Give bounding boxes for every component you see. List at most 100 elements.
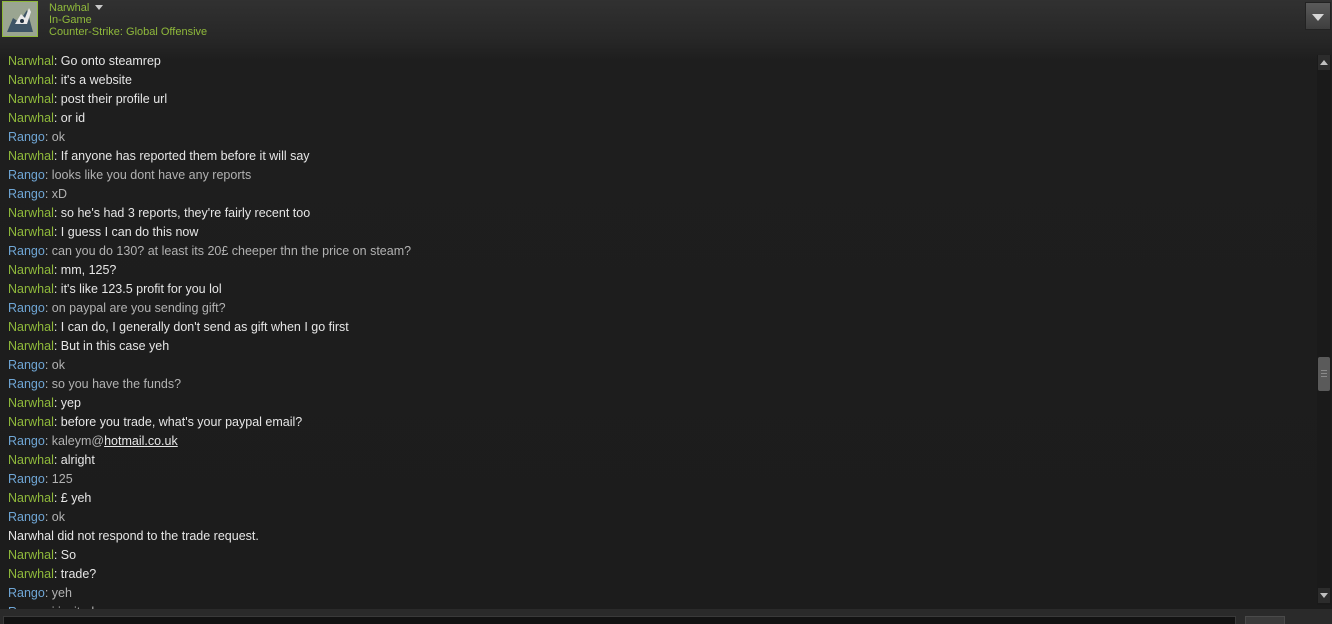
- chat-message: Narwhal: But in this case yeh: [8, 337, 169, 356]
- message-text: : on paypal are you sending gift?: [44, 301, 226, 315]
- chat-message: Narwhal: before you trade, what's your p…: [8, 413, 302, 432]
- chat-message: Rango: so you have the funds?: [8, 375, 181, 394]
- message-text: : If anyone has reported them before it …: [53, 149, 310, 163]
- system-message: Narwhal did not respond to the trade req…: [8, 527, 259, 546]
- message-speaker[interactable]: Narwhal: [8, 282, 54, 296]
- chat-message: Narwhal: so he's had 3 reports, they're …: [8, 204, 310, 223]
- message-speaker[interactable]: Narwhal: [8, 339, 54, 353]
- message-speaker[interactable]: Narwhal: [8, 149, 54, 163]
- message-text: Narwhal did not respond to the trade req…: [8, 529, 259, 543]
- chat-message: Rango: xD: [8, 185, 67, 204]
- friend-status: In-Game: [49, 14, 92, 26]
- grip-line: [1321, 373, 1327, 374]
- chat-message: Narwhal: If anyone has reported them bef…: [8, 147, 310, 166]
- message-link[interactable]: hotmail.co.uk: [104, 434, 178, 448]
- message-speaker[interactable]: Narwhal: [8, 111, 54, 125]
- message-text: : xD: [44, 187, 68, 201]
- message-text: : I can do, I generally don't send as gi…: [53, 320, 349, 334]
- message-text: : so he's had 3 reports, they're fairly …: [53, 206, 311, 220]
- chat-message: Rango: kaleym@hotmail.co.uk: [8, 432, 178, 451]
- message-text: : ok: [44, 130, 65, 144]
- chat-message: Narwhal: or id: [8, 109, 85, 128]
- chevron-down-icon[interactable]: [95, 5, 103, 10]
- message-text: : kaleym@: [44, 434, 105, 448]
- chat-message: Narwhal: Go onto steamrep: [8, 52, 161, 71]
- chat-message: Narwhal: I can do, I generally don't sen…: [8, 318, 349, 337]
- chat-message: Narwhal: mm, 125?: [8, 261, 116, 280]
- message-text: : mm, 125?: [53, 263, 117, 277]
- chat-message: Rango: 125: [8, 470, 73, 489]
- message-text: : before you trade, what's your paypal e…: [53, 415, 303, 429]
- chat-message: Narwhal: it's like 123.5 profit for you …: [8, 280, 222, 299]
- chat-message: Narwhal: £ yeh: [8, 489, 91, 508]
- message-speaker[interactable]: Narwhal: [8, 54, 54, 68]
- chat-header: Narwhal In-Game Counter-Strike: Global O…: [0, 0, 1332, 42]
- message-text: : £ yeh: [53, 491, 92, 505]
- message-speaker[interactable]: Rango: [8, 510, 45, 524]
- message-speaker[interactable]: Rango: [8, 358, 45, 372]
- chat-message: Narwhal: it's a website: [8, 71, 132, 90]
- chat-window: Narwhal In-Game Counter-Strike: Global O…: [0, 0, 1332, 624]
- chat-message: Rango: yeh: [8, 584, 72, 603]
- chat-options-button[interactable]: [1305, 2, 1331, 30]
- scroll-down-button[interactable]: [1318, 588, 1330, 603]
- message-speaker[interactable]: Narwhal: [8, 567, 54, 581]
- arrow-up-icon: [1320, 60, 1328, 65]
- message-speaker[interactable]: Narwhal: [8, 92, 54, 106]
- chat-message: Rango: ok: [8, 128, 65, 147]
- chat-message: Rango: ok: [8, 508, 65, 527]
- scroll-up-button[interactable]: [1318, 55, 1330, 70]
- chat-message: Rango: ok: [8, 356, 65, 375]
- message-speaker[interactable]: Rango: [8, 472, 45, 486]
- chat-message: Narwhal: I guess I can do this now: [8, 223, 198, 242]
- chat-message: Narwhal: So: [8, 546, 76, 565]
- friend-game: Counter-Strike: Global Offensive: [49, 26, 208, 38]
- friend-name[interactable]: Narwhal: [49, 2, 89, 14]
- message-text: : post their profile url: [53, 92, 168, 106]
- message-text: : yeh: [44, 586, 72, 600]
- chat-message: Rango: looks like you dont have any repo…: [8, 166, 251, 185]
- scroll-thumb[interactable]: [1318, 357, 1330, 391]
- message-text: : trade?: [53, 567, 97, 581]
- message-speaker[interactable]: Narwhal: [8, 548, 54, 562]
- friend-avatar[interactable]: [2, 1, 38, 37]
- grip-line: [1321, 376, 1327, 377]
- message-speaker[interactable]: Narwhal: [8, 320, 54, 334]
- message-text: : I guess I can do this now: [53, 225, 199, 239]
- message-speaker[interactable]: Rango: [8, 586, 45, 600]
- message-speaker[interactable]: Rango: [8, 244, 45, 258]
- message-speaker[interactable]: Narwhal: [8, 415, 54, 429]
- message-speaker[interactable]: Rango: [8, 434, 45, 448]
- message-text: : so you have the funds?: [44, 377, 182, 391]
- message-text: : So: [53, 548, 77, 562]
- message-speaker[interactable]: Narwhal: [8, 263, 54, 277]
- message-speaker[interactable]: Narwhal: [8, 73, 54, 87]
- chat-message: Narwhal: trade?: [8, 565, 96, 584]
- chat-log: Narwhal: Go onto steamrep Narwhal: it's a…: [0, 52, 1316, 609]
- message-speaker[interactable]: Rango: [8, 187, 45, 201]
- chat-message: Narwhal: post their profile url: [8, 90, 167, 109]
- message-text: : it's a website: [53, 73, 132, 87]
- message-speaker[interactable]: Rango: [8, 377, 45, 391]
- message-text: : looks like you dont have any reports: [44, 168, 252, 182]
- message-speaker[interactable]: Narwhal: [8, 491, 54, 505]
- message-text: : it's like 123.5 profit for you lol: [53, 282, 222, 296]
- message-text: : yep: [53, 396, 81, 410]
- message-speaker[interactable]: Narwhal: [8, 396, 54, 410]
- chat-message: Narwhal: yep: [8, 394, 81, 413]
- message-speaker[interactable]: Narwhal: [8, 453, 54, 467]
- message-text: : can you do 130? at least its 20£ cheep…: [44, 244, 412, 258]
- chat-message: Rango: on paypal are you sending gift?: [8, 299, 226, 318]
- send-button[interactable]: [1245, 616, 1285, 624]
- chat-message: Rango: can you do 130? at least its 20£ …: [8, 242, 411, 261]
- chevron-down-icon: [1312, 14, 1324, 21]
- message-text: : ok: [44, 510, 65, 524]
- message-input[interactable]: [3, 616, 1236, 624]
- message-speaker[interactable]: Rango: [8, 130, 45, 144]
- message-speaker[interactable]: Rango: [8, 168, 45, 182]
- chat-scrollbar[interactable]: [1317, 55, 1331, 605]
- message-speaker[interactable]: Narwhal: [8, 206, 54, 220]
- message-speaker[interactable]: Rango: [8, 301, 45, 315]
- message-speaker[interactable]: Narwhal: [8, 225, 54, 239]
- message-text: : Go onto steamrep: [53, 54, 161, 68]
